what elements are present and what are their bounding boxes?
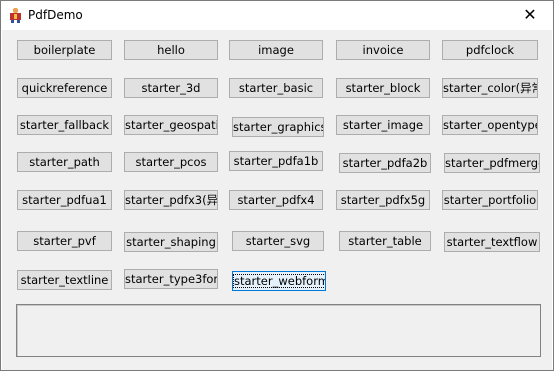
- app-icon: [10, 8, 21, 23]
- close-button[interactable]: ✕: [507, 1, 553, 30]
- button-label: starter_table: [348, 234, 422, 248]
- demo-button-starter-pdfa2b[interactable]: starter_pdfa2b: [339, 153, 431, 173]
- demo-button-starter-textflow[interactable]: starter_textflow: [444, 232, 540, 252]
- button-label: image: [258, 43, 294, 57]
- demo-button-starter-pcos[interactable]: starter_pcos: [124, 152, 218, 172]
- button-label: quickreference: [21, 81, 108, 95]
- button-label: starter_color(异常: [443, 81, 538, 95]
- button-label: starter_textflow: [446, 235, 538, 249]
- demo-button-starter-pdfa1b[interactable]: starter_pdfa1b: [229, 151, 323, 171]
- demo-button-starter-path[interactable]: starter_path: [17, 152, 112, 172]
- demo-button-starter-textline[interactable]: starter_textline: [17, 270, 112, 290]
- demo-button-starter-pdfmerge[interactable]: starter_pdfmerge: [444, 153, 540, 173]
- button-label: starter_path: [29, 155, 100, 169]
- demo-button-starter-table[interactable]: starter_table: [339, 231, 431, 251]
- demo-button-starter-portfolio[interactable]: starter_portfolio: [442, 190, 538, 210]
- button-label: starter_textline: [20, 273, 109, 287]
- button-label: starter_portfolio: [443, 193, 537, 207]
- demo-button-pdfclock[interactable]: pdfclock: [442, 40, 538, 60]
- demo-button-starter-block[interactable]: starter_block: [336, 78, 430, 98]
- demo-button-invoice[interactable]: invoice: [336, 40, 430, 60]
- demo-button-boilerplate[interactable]: boilerplate: [17, 40, 112, 60]
- button-label: starter_image: [342, 118, 424, 132]
- demo-button-starter-fallback[interactable]: starter_fallback: [17, 115, 112, 135]
- demo-button-starter-webform[interactable]: starter_webform: [232, 271, 326, 291]
- window-title: PdfDemo: [28, 8, 83, 22]
- button-label: starter_svg: [245, 234, 311, 248]
- demo-button-starter-image[interactable]: starter_image: [336, 115, 430, 135]
- demo-button-starter-opentype[interactable]: starter_opentype: [442, 115, 538, 135]
- demo-button-starter-pdfx5g[interactable]: starter_pdfx5g: [336, 190, 430, 210]
- button-label: starter_geospatial: [125, 118, 217, 132]
- button-label: starter_pdfa1b: [233, 154, 319, 168]
- demo-button-starter-pdfua1[interactable]: starter_pdfua1: [17, 190, 112, 210]
- button-label: hello: [157, 43, 185, 57]
- demo-button-starter-3d[interactable]: starter_3d: [124, 78, 218, 98]
- button-label: starter_opentype: [443, 118, 538, 132]
- demo-button-starter-graphics[interactable]: starter_graphics: [232, 117, 324, 137]
- client-area: boilerplate hello image invoice pdfclock quic…: [2, 30, 552, 370]
- button-label: starter_graphics: [233, 120, 324, 134]
- button-label: starter_pdfa2b: [342, 156, 428, 170]
- demo-button-hello[interactable]: hello: [124, 40, 218, 60]
- button-label: starter_pvf: [33, 234, 96, 248]
- demo-button-starter-type3font[interactable]: starter_type3font: [124, 269, 218, 289]
- button-label: starter_basic: [238, 81, 314, 95]
- button-label: starter_pcos: [135, 155, 207, 169]
- button-label: pdfclock: [465, 43, 515, 57]
- button-label: starter_pdfua1: [22, 193, 107, 207]
- demo-button-starter-svg[interactable]: starter_svg: [232, 231, 324, 251]
- demo-button-starter-basic[interactable]: starter_basic: [229, 78, 323, 98]
- app-window: PdfDemo ✕ boilerplate hello image invoice pd…: [0, 0, 554, 371]
- button-label: starter_pdfx5g: [340, 193, 426, 207]
- demo-button-starter-shaping[interactable]: starter_shaping: [124, 232, 218, 252]
- button-label: starter_block: [345, 81, 421, 95]
- button-label: starter_fallback: [19, 118, 110, 132]
- button-label: starter_webform: [233, 274, 325, 288]
- output-textbox[interactable]: [16, 304, 541, 357]
- button-label: starter_shaping: [126, 235, 216, 249]
- demo-button-starter-geospatial[interactable]: starter_geospatial: [124, 115, 218, 135]
- button-label: invoice: [362, 43, 404, 57]
- button-label: starter_type3font: [125, 272, 218, 286]
- demo-button-starter-color[interactable]: starter_color(异常: [442, 78, 538, 98]
- button-label: starter_3d: [141, 81, 201, 95]
- demo-button-starter-pvf[interactable]: starter_pvf: [17, 231, 112, 251]
- title-bar[interactable]: PdfDemo ✕: [1, 1, 553, 30]
- button-label: starter_pdfmerge: [445, 156, 540, 170]
- demo-button-starter-pdfx4[interactable]: starter_pdfx4: [229, 190, 323, 210]
- button-label: starter_pdfx4: [237, 193, 315, 207]
- demo-button-starter-pdfx3[interactable]: starter_pdfx3(异常: [124, 190, 218, 210]
- demo-button-quickreference[interactable]: quickreference: [17, 78, 112, 98]
- button-label: boilerplate: [33, 43, 96, 57]
- close-icon: ✕: [523, 5, 537, 24]
- button-label: starter_pdfx3(异常: [125, 193, 218, 207]
- demo-button-image[interactable]: image: [229, 40, 323, 60]
